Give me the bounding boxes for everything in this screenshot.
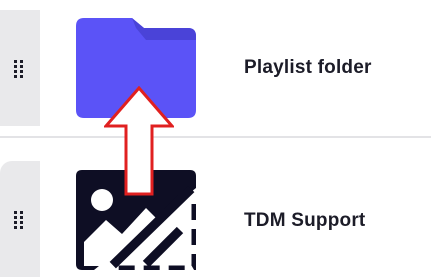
drag-grip-icon	[14, 60, 23, 78]
drag-grip-icon	[14, 211, 23, 229]
item-label: TDM Support	[244, 210, 366, 231]
broken-image-icon	[76, 170, 201, 275]
divider	[0, 136, 431, 138]
list-item[interactable]: TDM Support	[0, 139, 431, 277]
list-item[interactable]: Playlist folder	[0, 0, 431, 135]
playlist-list: Playlist folder TDM Support	[0, 0, 431, 277]
drag-handle[interactable]	[0, 161, 40, 277]
drag-handle[interactable]	[0, 10, 40, 126]
folder-icon	[76, 18, 196, 118]
item-label: Playlist folder	[244, 57, 372, 78]
